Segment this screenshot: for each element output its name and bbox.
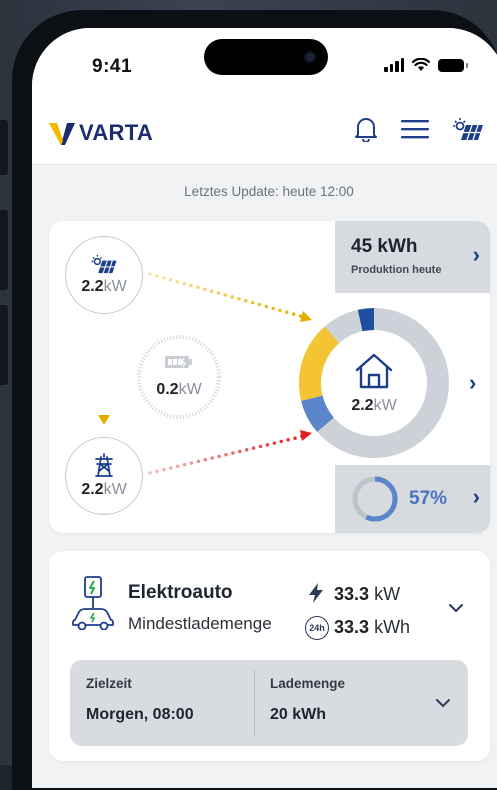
target-time-value: Morgen, 08:00 — [86, 706, 194, 723]
chevron-down-icon[interactable] — [435, 698, 451, 708]
charge-amount-value: 20 kWh — [270, 706, 327, 723]
battery-icon — [165, 356, 192, 368]
divider — [254, 670, 255, 736]
house-details-chevron-icon[interactable]: › — [469, 370, 476, 396]
target-time-label: Zielzeit — [86, 676, 132, 691]
battery-node[interactable]: 0.2kW — [135, 333, 223, 421]
battery-ring — [137, 335, 221, 419]
chevron-down-icon[interactable] — [448, 603, 464, 613]
grid-to-house-flow — [148, 434, 306, 475]
ev-energy-value: 33.3 kWh — [334, 617, 411, 637]
solar-to-house-flow — [148, 272, 306, 319]
battery-power-value: 0.2kW — [156, 381, 202, 398]
app-screen: 9:41 VARTA Letztes Update: heute 12:00 4… — [32, 28, 497, 788]
house-power-value: 2.2kW — [351, 397, 397, 414]
ev-charge-mode: Mindestlademenge — [128, 614, 272, 633]
volume-down-button — [0, 305, 8, 385]
house-node[interactable]: 2.2kW — [298, 307, 450, 459]
24h-icon: 24h — [305, 616, 329, 640]
mute-switch — [0, 120, 8, 175]
house-icon — [355, 353, 393, 389]
charge-amount-label: Lademenge — [270, 676, 346, 691]
grid-power-value: 2.2kW — [81, 481, 127, 498]
solar-node[interactable]: 2.2kW — [65, 236, 143, 314]
power-pylon-icon — [95, 453, 113, 477]
ev-title: Elektroauto — [128, 582, 233, 603]
ev-power-value: 33.3 kW — [334, 584, 401, 604]
lightning-icon — [309, 583, 323, 603]
ev-schedule-panel[interactable]: Zielzeit Morgen, 08:00 Lademenge 20 kWh — [70, 660, 468, 746]
volume-up-button — [0, 210, 8, 290]
phone-body: 9:41 VARTA Letztes Update: heute 12:00 4… — [12, 10, 497, 790]
flow-arrow-icon — [98, 415, 110, 425]
solar-panel-icon — [91, 254, 117, 274]
ev-charger-icon — [72, 576, 114, 630]
solar-power-value: 2.2kW — [81, 278, 127, 295]
grid-node[interactable]: 2.2kW — [65, 437, 143, 515]
